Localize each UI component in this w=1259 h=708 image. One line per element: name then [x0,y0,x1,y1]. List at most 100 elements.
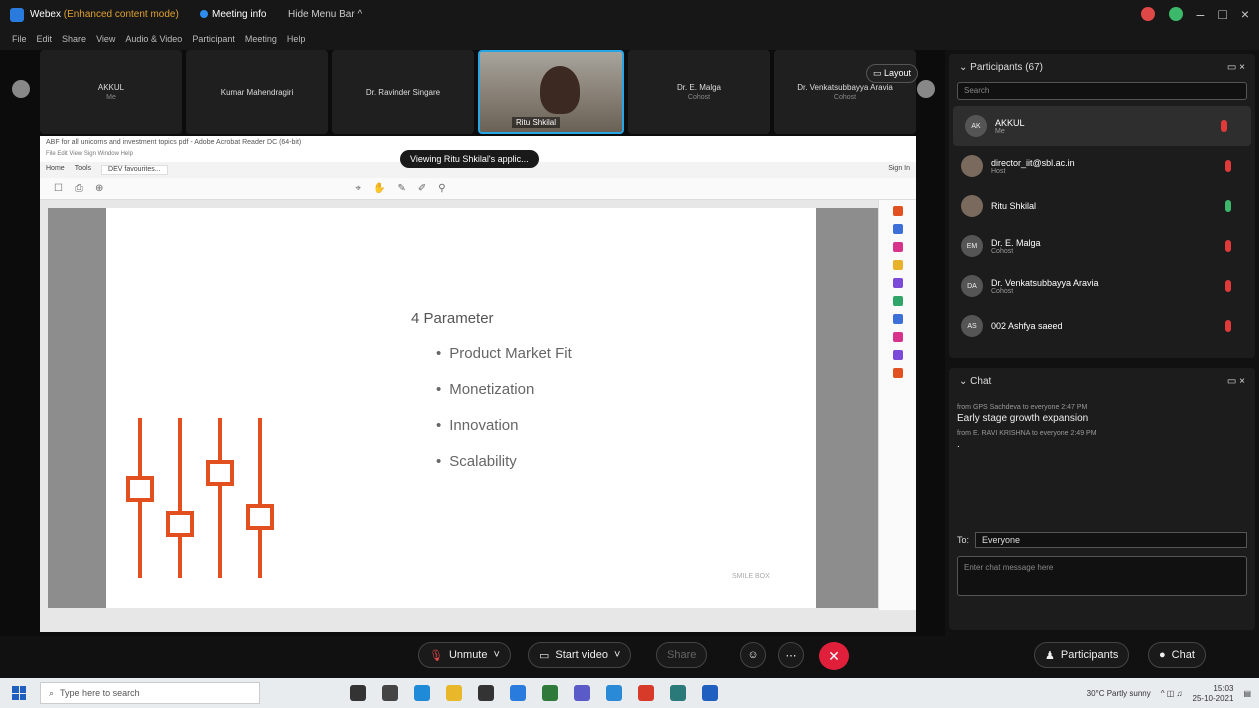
popout-close-icons[interactable]: ▭ × [1227,62,1245,73]
export-pdf-icon[interactable] [892,206,903,216]
app-name: Webex [30,9,61,20]
recipient-select[interactable]: Everyone [975,532,1247,548]
video-tile[interactable]: Dr. Ravinder Singare [332,50,474,134]
filmstrip-next-icon[interactable] [917,80,935,98]
zoom-icon[interactable]: ⊕ [95,183,103,194]
tab-document[interactable]: DEV favourites... [101,165,168,175]
participant-row[interactable]: AS 002 Ashfya saeed [949,306,1255,346]
viewing-banner: Viewing Ritu Shkilal's applic... [400,150,539,168]
comment-icon[interactable]: ✎ [397,183,405,194]
edit-pdf-icon[interactable] [892,242,903,252]
more-options-button[interactable]: ⋯ [778,642,804,668]
mic-muted-icon[interactable] [1225,320,1231,332]
comment-tool-icon[interactable] [892,260,903,270]
menu-share[interactable]: Share [62,34,86,50]
minimize-icon[interactable]: – [1197,6,1205,22]
participant-row[interactable]: AK AKKUL Me [953,106,1251,146]
participant-row[interactable]: EM Dr. E. Malga Cohost [949,226,1255,266]
print-icon[interactable]: ⎙ [75,183,83,194]
fill-sign-icon[interactable] [892,332,903,342]
highlight-icon[interactable]: ✐ [418,183,426,194]
menu-file[interactable]: File [12,34,27,50]
mic-muted-icon[interactable] [1225,240,1231,252]
mic-muted-icon[interactable] [1221,120,1227,132]
mic-muted-icon[interactable] [1225,160,1231,172]
meeting-info-button[interactable]: Meeting info [200,9,266,20]
participant-row[interactable]: director_iit@sbl.ac.in Host [949,146,1255,186]
weather-label[interactable]: 30°C Partly sunny [1087,689,1151,698]
chevron-down-icon: ˅ [614,649,621,661]
mail-icon[interactable] [510,685,526,701]
store-icon[interactable] [478,685,494,701]
chat-button[interactable]: ● Chat [1148,642,1206,668]
edge-icon[interactable] [414,685,430,701]
start-video-label: Start video [555,649,608,661]
share-button[interactable]: Share [656,642,708,668]
tile-name: Dr. E. Malga [676,83,721,92]
leave-meeting-button[interactable]: ✕ [819,642,849,670]
unmute-button[interactable]: 🎙 Unmute ˅ [418,642,511,668]
reactions-button[interactable]: ☺ [740,642,766,668]
hide-menu-bar-button[interactable]: Hide Menu Bar ^ [288,9,362,20]
tab-home[interactable]: Home [46,165,65,175]
participants-button[interactable]: ♟ Participants [1034,642,1130,668]
participant-row[interactable]: DA Dr. Venkatsubbayya Aravia Cohost [949,266,1255,306]
task-view-icon[interactable] [382,685,398,701]
tray-icons[interactable]: ^ ◫ ♫ [1161,689,1183,698]
tab-tools[interactable]: Tools [75,165,91,175]
video-tile[interactable]: Kumar Mahendragiri [186,50,328,134]
windows-start-icon[interactable] [12,686,26,700]
start-video-button[interactable]: ▭ Start video ˅ [528,642,632,668]
menu-edit[interactable]: Edit [37,34,53,50]
cortana-icon[interactable] [350,685,366,701]
participant-search-input[interactable]: Search [957,82,1247,100]
recording-icon[interactable] [1140,7,1155,21]
chat-message-input[interactable]: Enter chat message here [957,556,1247,596]
excel-icon[interactable] [542,685,558,701]
active-speaker-tile[interactable]: Ritu Shkilal [478,50,624,134]
filmstrip-prev-icon[interactable] [12,80,30,98]
video-tile[interactable]: Dr. E. Malga Cohost [628,50,770,134]
compress-icon[interactable] [892,314,903,324]
organize-icon[interactable] [892,296,903,306]
more-tools-icon[interactable] [892,368,903,378]
create-pdf-icon[interactable] [892,224,903,234]
notification-icon[interactable]: ▤ [1243,689,1251,698]
opera-icon[interactable] [638,685,654,701]
save-icon[interactable]: ☐ [54,183,63,194]
video-tile[interactable]: AKKUL Me [40,50,182,134]
status-icon[interactable] [1168,7,1183,21]
protect-icon[interactable] [892,350,903,360]
clock[interactable]: 15:03 25-10-2021 [1193,684,1234,703]
cursor-icon[interactable]: ⌖ [355,183,361,194]
pdf-viewport[interactable]: 4 Parameter Product Market Fit Monetizat… [48,208,878,608]
menu-view[interactable]: View [96,34,115,50]
stamp-icon[interactable]: ⚲ [438,183,445,194]
combine-icon[interactable] [892,278,903,288]
chat-text: Early stage growth expansion [957,413,1089,424]
downloads-icon[interactable] [606,685,622,701]
teams-icon[interactable] [574,685,590,701]
menu-help[interactable]: Help [287,34,306,50]
sign-in-link[interactable]: Sign In [888,165,910,175]
app-icon[interactable] [670,685,686,701]
mic-active-icon[interactable] [1225,200,1231,212]
webex-taskbar-icon[interactable] [702,685,718,701]
menu-meeting[interactable]: Meeting [245,34,277,50]
taskbar-search-input[interactable]: ⌕ Type here to search [40,682,260,704]
menu-participant[interactable]: Participant [192,34,235,50]
mic-muted-icon[interactable] [1225,280,1231,292]
popout-close-icons[interactable]: ▭ × [1227,376,1245,387]
hand-icon[interactable]: ✋ [373,183,385,194]
maximize-icon[interactable]: □ [1218,6,1226,22]
tile-sub: Cohost [687,94,711,101]
file-explorer-icon[interactable] [446,685,462,701]
participants-title: Participants (67) [970,61,1043,73]
video-tile[interactable]: Dr. Venkatsubbayya Aravia Cohost [774,50,916,134]
participant-row[interactable]: Ritu Shkilal [949,186,1255,226]
bullet-item: Product Market Fit [436,345,572,362]
close-icon[interactable]: × [1241,6,1249,22]
layout-button[interactable]: ▭ Layout [866,64,919,83]
menu-audio-video[interactable]: Audio & Video [125,34,182,50]
person-icon: ♟ [1045,649,1055,662]
